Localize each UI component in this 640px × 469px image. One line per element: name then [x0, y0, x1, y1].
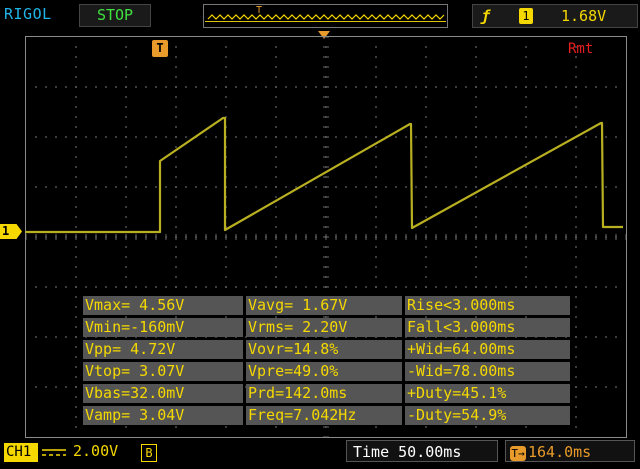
- measurement-cell: Vavg= 1.67V: [246, 296, 402, 315]
- measurement-cell: Vtop= 3.07V: [83, 362, 243, 381]
- trigger-level: 1.68V: [561, 7, 607, 25]
- measurement-cell: +Duty=45.1%: [405, 384, 570, 403]
- ch1-label[interactable]: CH1: [4, 443, 38, 462]
- trigger-source-badge: 1: [519, 8, 533, 24]
- trigger-info-panel[interactable]: ƒ 1 1.68V: [472, 4, 638, 28]
- dc-coupling-icon: [40, 443, 68, 468]
- measurement-cell: Vpp= 4.72V: [83, 340, 243, 359]
- measurement-cell: -Wid=78.00ms: [405, 362, 570, 381]
- memory-overview-bar: T: [203, 4, 448, 28]
- rising-edge-icon: ƒ: [481, 7, 491, 25]
- ch1-trace: [25, 116, 623, 234]
- timebase-scale[interactable]: Time 50.00ms: [346, 440, 498, 462]
- run-stop-status[interactable]: STOP: [79, 4, 151, 27]
- measurement-cell: Vovr=14.8%: [246, 340, 402, 359]
- measurement-cell: Prd=142.0ms: [246, 384, 402, 403]
- measurement-cell: Vamp= 3.04V: [83, 406, 243, 425]
- measurement-cell: -Duty=54.9%: [405, 406, 570, 425]
- trigger-offset-icon: T→: [510, 446, 526, 461]
- overview-waveform-strip: T: [205, 5, 446, 22]
- brand-logo: RIGOL: [4, 5, 52, 23]
- measurement-cell: Vpre=49.0%: [246, 362, 402, 381]
- trigger-offset-value: 164.0ms: [528, 443, 592, 461]
- ch1-ground-marker[interactable]: 1: [0, 224, 22, 239]
- trigger-offset[interactable]: T→ 164.0ms: [505, 440, 635, 462]
- bandwidth-limit-badge: B: [141, 444, 157, 462]
- measurement-cell: Vbas=32.0mV: [83, 384, 243, 403]
- measurement-cell: +Wid=64.00ms: [405, 340, 570, 359]
- measurement-cell: Vrms= 2.20V: [246, 318, 402, 337]
- overview-trigger-marker: T: [256, 5, 262, 16]
- remote-indicator: Rmt: [568, 41, 594, 57]
- measurement-cell: Vmax= 4.56V: [83, 296, 243, 315]
- trigger-position-marker[interactable]: T: [152, 40, 168, 57]
- ch1-vertical-scale[interactable]: 2.00V: [73, 442, 118, 460]
- measurement-cell: Fall<3.000ms: [405, 318, 570, 337]
- measurement-cell: Vmin=-160mV: [83, 318, 243, 337]
- measurement-cell: Freq=7.042Hz: [246, 406, 402, 425]
- measurement-cell: Rise<3.000ms: [405, 296, 570, 315]
